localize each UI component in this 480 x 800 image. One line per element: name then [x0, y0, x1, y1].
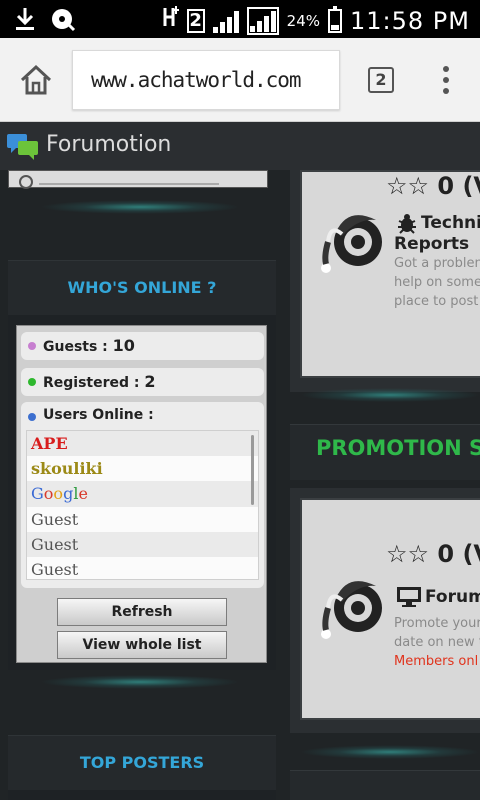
- list-scrollbar[interactable]: [251, 435, 254, 505]
- divider-glow: [300, 388, 480, 402]
- monitor-icon: [397, 587, 421, 607]
- divider-glow: [300, 745, 480, 759]
- signal-strength-icon: [212, 9, 239, 33]
- url-bar[interactable]: www.achatworld.com: [72, 50, 340, 110]
- rating-stars: ☆☆ 0 (V: [386, 172, 480, 200]
- page-content: WHO'S ONLINE ? Guests : 10 Registered : …: [0, 170, 480, 800]
- guests-count: 10: [112, 336, 135, 355]
- battery-percent: 24%: [286, 11, 321, 30]
- guests-row: Guests : 10: [21, 332, 264, 360]
- forum-desc-line: Promote your: [394, 616, 480, 631]
- list-item: Guest: [27, 556, 258, 579]
- whos-online-widget: WHO'S ONLINE ? Guests : 10 Registered : …: [8, 260, 276, 670]
- hplus-network-icon: [163, 4, 179, 37]
- battery-icon: [328, 5, 343, 33]
- previous-widget-bottom: [8, 170, 268, 189]
- list-item[interactable]: Google: [27, 481, 258, 507]
- list-item[interactable]: skouliki: [27, 456, 258, 482]
- divider-glow: [40, 200, 240, 214]
- refresh-button[interactable]: Refresh: [57, 598, 227, 626]
- online-stats-box: Guests : 10 Registered : 2 Users Online …: [16, 325, 267, 663]
- overflow-menu-icon[interactable]: [438, 66, 454, 96]
- view-whole-list-button[interactable]: View whole list: [57, 631, 227, 659]
- google-user[interactable]: Google: [31, 484, 88, 503]
- users-dot-icon: [28, 413, 36, 421]
- sim-two-icon: 2: [186, 8, 205, 33]
- registered-dot-icon: [28, 378, 36, 386]
- forum-desc-line: Got a problen: [394, 256, 480, 271]
- members-only-link[interactable]: Members onl: [394, 652, 478, 671]
- users-online-list[interactable]: APE skouliki Google Guest Guest Guest: [26, 430, 259, 580]
- users-online-box: Users Online : APE skouliki Google Guest…: [21, 402, 264, 588]
- browser-toolbar: www.achatworld.com 2: [0, 38, 480, 122]
- disc-sync-icon: [50, 6, 76, 39]
- forum-title-line2[interactable]: Reports: [394, 234, 469, 254]
- bug-icon: [398, 214, 416, 234]
- forum-desc-line: help on some: [394, 275, 480, 290]
- next-category-header: [290, 770, 480, 800]
- forum-card-technical[interactable]: ☆☆ 0 (V Techni Reports Got a problen hel…: [300, 170, 480, 378]
- list-item[interactable]: APE: [27, 431, 258, 457]
- forum-title[interactable]: Forum: [396, 586, 480, 608]
- promotion-category-header[interactable]: PROMOTION SE: [290, 424, 480, 480]
- forum-card-promotion[interactable]: ☆☆ 0 (V Forum Promote your date on new t…: [300, 498, 480, 720]
- santa-hat-forum-icon: [321, 581, 382, 639]
- santa-hat-forum-icon: [321, 215, 382, 273]
- guests-dot-icon: [28, 342, 36, 350]
- forumotion-toolbar: Forumotion: [0, 122, 480, 170]
- forum-desc-line: place to post: [394, 294, 479, 309]
- rating-stars: ☆☆ 0 (V: [386, 540, 480, 568]
- divider-glow: [40, 675, 240, 689]
- status-bar: 2 24% 11:58 PM: [0, 0, 480, 38]
- list-item: Guest: [27, 531, 258, 557]
- registered-count: 2: [144, 372, 156, 391]
- top-posters-title: TOP POSTERS: [8, 736, 276, 790]
- users-online-label: Users Online :: [43, 407, 154, 423]
- registered-row: Registered : 2: [21, 368, 264, 396]
- home-icon[interactable]: [18, 62, 54, 98]
- forum-title[interactable]: Techni: [396, 212, 480, 234]
- list-item: Guest: [27, 506, 258, 532]
- clock-icon: [19, 175, 33, 189]
- whos-online-title: WHO'S ONLINE ?: [8, 261, 276, 315]
- tab-switcher-button[interactable]: 2: [368, 67, 394, 93]
- forumotion-brand[interactable]: Forumotion: [46, 132, 171, 157]
- promotion-heading[interactable]: PROMOTION SE: [316, 436, 480, 460]
- forum-desc-line: date on new t: [394, 635, 480, 650]
- signal-strength-2-icon: [246, 6, 279, 35]
- download-icon: [14, 6, 36, 39]
- forumotion-logo-icon[interactable]: [6, 132, 40, 162]
- top-posters-widget: TOP POSTERS: [8, 735, 276, 800]
- clock-time: 11:58 PM: [350, 6, 470, 35]
